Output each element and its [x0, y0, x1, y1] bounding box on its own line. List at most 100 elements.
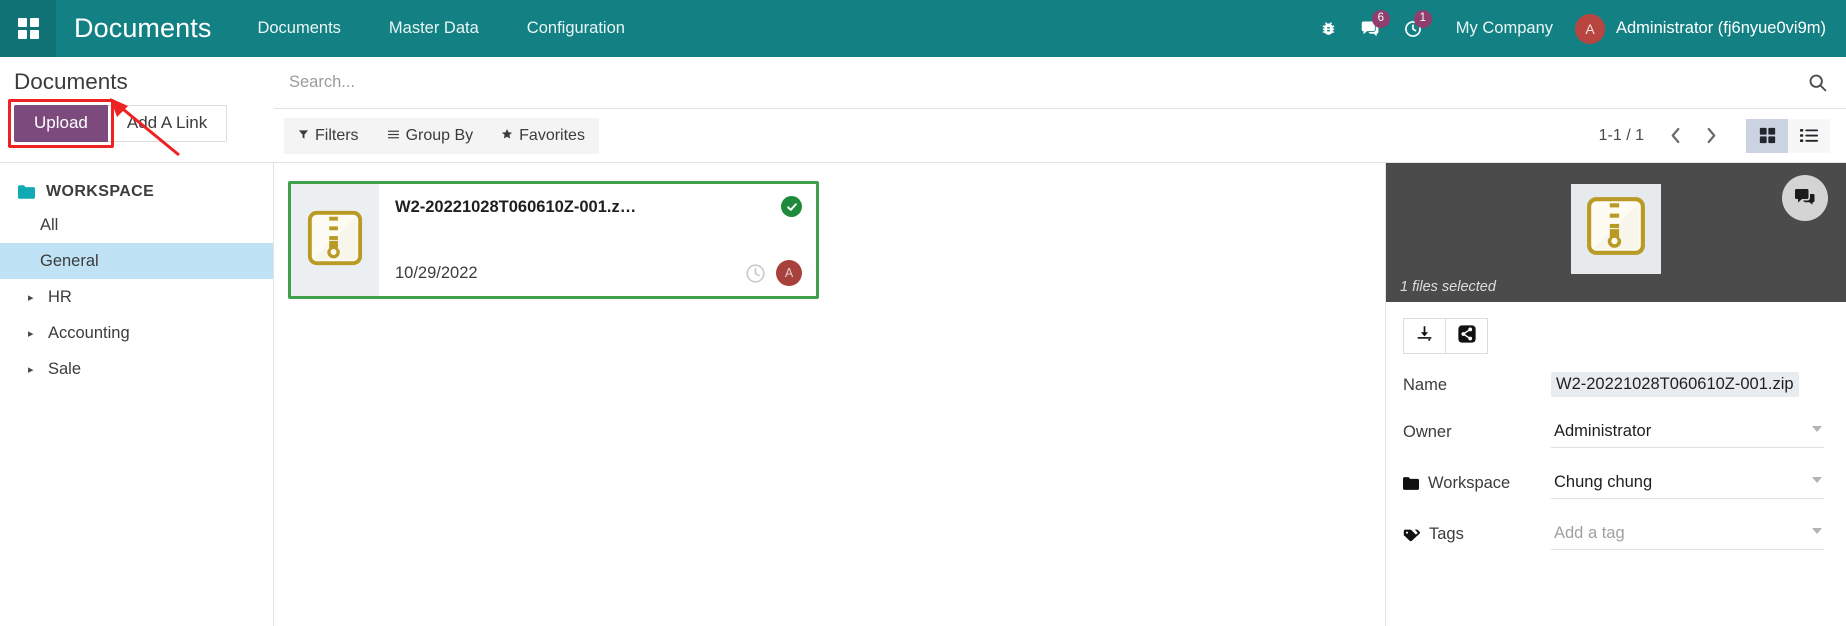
- name-field-value-wrap: W2-20221028T060610Z-001.zip: [1551, 372, 1824, 397]
- chevron-right-icon[interactable]: ▸: [28, 363, 40, 376]
- document-action-buttons: [1386, 302, 1846, 354]
- field-row-owner: Owner Administrator: [1403, 419, 1824, 448]
- top-bar-right-tools: 6 1 My Company A Administrator (fj6nyue0…: [1308, 0, 1846, 57]
- chevron-right-icon[interactable]: [1696, 120, 1726, 152]
- menu-item-configuration[interactable]: Configuration: [503, 0, 649, 57]
- workspace-field-label: Workspace: [1403, 470, 1551, 493]
- sidebar-item-label: General: [40, 251, 99, 270]
- preview-thumbnail: [1571, 183, 1661, 274]
- group-by-button[interactable]: Group By: [373, 118, 488, 154]
- filters-button[interactable]: Filters: [284, 118, 373, 154]
- document-card[interactable]: W2-20221028T060610Z-001.z… 10/29/2022 A: [288, 181, 819, 299]
- document-card-body: W2-20221028T060610Z-001.z… 10/29/2022 A: [379, 184, 816, 296]
- sidebar-item-accounting[interactable]: ▸ Accounting: [0, 315, 273, 351]
- menu-item-documents[interactable]: Documents: [233, 0, 364, 57]
- menu-item-master-data[interactable]: Master Data: [365, 0, 503, 57]
- folder-icon: [18, 185, 35, 199]
- document-card-footer: 10/29/2022 A: [395, 260, 802, 286]
- owner-field-value-wrap: Administrator: [1551, 419, 1824, 448]
- list-view-icon[interactable]: [1788, 118, 1830, 153]
- sidebar-item-hr[interactable]: ▸ HR: [0, 279, 273, 315]
- owner-field[interactable]: Administrator: [1551, 419, 1824, 448]
- pager: 1-1 / 1: [1598, 118, 1830, 153]
- folder-icon: [1403, 477, 1419, 490]
- pager-count: 1-1 / 1: [1598, 126, 1644, 144]
- messages-badge: 6: [1371, 10, 1390, 28]
- upload-button-wrapper: Upload: [8, 99, 114, 148]
- document-name: W2-20221028T060610Z-001.z…: [395, 198, 637, 216]
- tags-field-value-wrap: Add a tag: [1551, 521, 1824, 550]
- workspace-section-header[interactable]: WORKSPACE: [0, 177, 273, 207]
- workspace-field-value-wrap: Chung chung: [1551, 470, 1824, 499]
- messages-icon[interactable]: 6: [1350, 0, 1392, 57]
- tags-field[interactable]: Add a tag: [1551, 521, 1824, 550]
- add-a-link-button[interactable]: Add A Link: [107, 105, 228, 142]
- chevron-right-icon[interactable]: ▸: [28, 327, 40, 340]
- tags-field-label: Tags: [1403, 521, 1551, 544]
- documents-app-window: Documents Documents Master Data Configur…: [0, 0, 1846, 626]
- chevron-down-icon[interactable]: [1812, 426, 1822, 432]
- bug-icon[interactable]: [1308, 0, 1350, 57]
- funnel-icon: [298, 127, 309, 145]
- user-menu[interactable]: A Administrator (fj6nyue0vi9m): [1575, 13, 1832, 44]
- sidebar-item-label: Accounting: [48, 323, 130, 342]
- filters-label: Filters: [315, 126, 359, 144]
- sidebar-item-sale[interactable]: ▸ Sale: [0, 351, 273, 387]
- chat-bubble-icon[interactable]: [1782, 175, 1828, 221]
- chevron-left-icon[interactable]: [1660, 120, 1690, 152]
- workspace-field[interactable]: Chung chung: [1551, 470, 1824, 499]
- sidebar-item-label: Sale: [48, 359, 82, 378]
- sidebar-item-label: HR: [48, 287, 72, 306]
- apps-grid-icon[interactable]: [0, 0, 56, 57]
- avatar[interactable]: A: [776, 260, 802, 286]
- activities-badge: 1: [1413, 10, 1432, 28]
- search-input[interactable]: [289, 73, 1807, 92]
- files-selected-label: 1 files selected: [1400, 279, 1496, 295]
- kanban-view-icon[interactable]: [1746, 118, 1788, 153]
- view-toggle-group: [1746, 118, 1830, 153]
- top-navigation-bar: Documents Documents Master Data Configur…: [0, 0, 1846, 57]
- field-row-name: Name W2-20221028T060610Z-001.zip: [1403, 372, 1824, 397]
- clock-icon[interactable]: [745, 263, 766, 284]
- chevron-right-icon[interactable]: ▸: [28, 291, 40, 304]
- document-card-actions: A: [745, 260, 802, 286]
- sidebar-item-label: All: [40, 215, 59, 234]
- field-row-workspace: Workspace Chung chung: [1403, 470, 1824, 499]
- sidebar-item-all[interactable]: All: [0, 207, 273, 243]
- owner-field-label: Owner: [1403, 423, 1452, 441]
- favorites-label: Favorites: [519, 126, 585, 144]
- download-button[interactable]: [1403, 318, 1446, 354]
- filter-bar: Filters Group By Favorites 1-1 / 1: [274, 109, 1846, 162]
- chevron-down-icon[interactable]: [1812, 477, 1822, 483]
- name-field[interactable]: W2-20221028T060610Z-001.zip: [1551, 372, 1799, 397]
- favorites-button[interactable]: Favorites: [487, 118, 599, 154]
- document-details-panel: 1 files selected Name W2-20221028T060610…: [1385, 163, 1846, 626]
- share-button[interactable]: [1445, 318, 1488, 354]
- search-bar: [274, 57, 1846, 109]
- avatar: A: [1575, 13, 1605, 44]
- workspace-sidebar: WORKSPACE All General ▸ HR ▸ Accounting …: [0, 163, 274, 626]
- filter-button-group: Filters Group By Favorites: [284, 117, 599, 154]
- workspace-label-text: Workspace: [1428, 474, 1511, 492]
- search-icon[interactable]: [1807, 72, 1828, 93]
- main-body: WORKSPACE All General ▸ HR ▸ Accounting …: [0, 163, 1846, 626]
- zip-file-icon: [306, 209, 364, 272]
- document-fields-form: Name W2-20221028T060610Z-001.zip Owner A…: [1386, 354, 1846, 572]
- sidebar-item-general[interactable]: General: [0, 243, 273, 279]
- app-brand-title: Documents: [74, 13, 212, 43]
- check-circle-icon[interactable]: [781, 196, 802, 217]
- main-menu: Documents Master Data Configuration: [233, 0, 648, 57]
- page-title: Documents: [14, 69, 128, 94]
- workspace-header-label: WORKSPACE: [46, 183, 155, 200]
- control-panel: Documents Upload Add A Link Search... Fi…: [0, 57, 1846, 163]
- document-preview: 1 files selected: [1386, 163, 1846, 302]
- control-panel-right: Filters Group By F: [274, 57, 1846, 162]
- star-icon: [501, 127, 513, 145]
- chevron-down-icon[interactable]: [1812, 528, 1822, 534]
- control-panel-left: Documents Upload Add A Link: [0, 57, 274, 162]
- document-date: 10/29/2022: [395, 263, 478, 282]
- activities-clock-icon[interactable]: 1: [1392, 0, 1434, 57]
- share-icon: [1457, 324, 1477, 349]
- company-switcher[interactable]: My Company: [1434, 19, 1575, 38]
- upload-button[interactable]: Upload: [14, 105, 108, 142]
